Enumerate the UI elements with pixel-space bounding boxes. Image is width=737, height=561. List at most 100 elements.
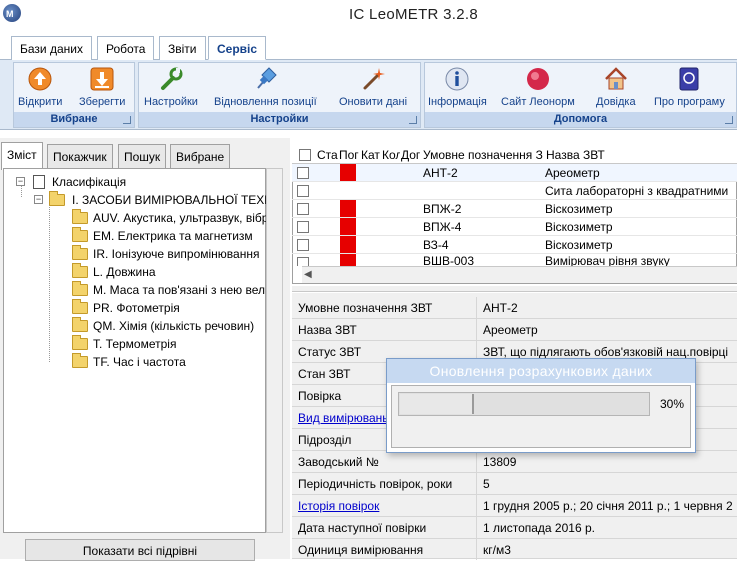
table-row[interactable]: ВПЖ-4 Віскозиметр [292,218,737,236]
tree-vertical-scrollbar[interactable] [266,168,283,533]
property-value[interactable]: 1 листопада 2016 р. [478,517,737,538]
property-value[interactable]: 13809 [478,451,737,472]
tree-root-label: Класифікація [52,175,127,189]
progress-bar [398,392,650,416]
progress-dialog: Оновлення розрахункових даних 30% [386,358,696,453]
panel-splitter[interactable] [292,286,737,292]
column-header-name[interactable]: Назва ЗВТ [546,148,736,162]
collapse-icon[interactable]: − [16,177,25,186]
wrench-icon [158,66,184,92]
table-row[interactable]: Сита лабораторні з квадратними [292,182,737,200]
tab-service[interactable]: Сервіс [208,36,267,60]
property-row[interactable]: Періодичність повірок, роки 5 [292,473,737,495]
property-row[interactable]: Історія повірок 1 грудня 2005 р.; 20 січ… [292,495,737,517]
tree-item-label: M. Маса та пов'язані з нею вел [93,283,265,297]
dialog-body: 30% [391,385,691,448]
scroll-left-icon[interactable]: ◀ [304,269,312,280]
group-launcher-icon[interactable] [725,116,733,124]
title-bar: M IC LeoMETR 3.2.8 [0,0,737,30]
help-button[interactable]: Довідка [596,66,636,108]
property-row[interactable]: Заводський № 13809 [292,451,737,473]
property-row[interactable]: Одиниця вимірювання кг/м3 [292,539,737,560]
table-row[interactable]: ВШВ-003 Вимірювач рівня звуку [292,254,737,266]
info-button[interactable]: Інформація [428,66,487,108]
folder-icon [72,263,88,278]
classification-tree[interactable]: − Класифікація − I. ЗАСОБИ ВИМІРЮВАЛЬНОЇ… [3,168,273,533]
row-checkbox[interactable] [297,221,309,233]
row-checkbox[interactable] [297,185,309,197]
tab-search[interactable]: Пошук [118,144,167,169]
tree-item-label: T. Термометрія [93,337,177,351]
group-launcher-icon[interactable] [123,116,131,124]
home-help-icon [603,66,629,92]
table-row[interactable]: ВПЖ-2 Віскозиметр [292,200,737,218]
column-header[interactable]: Ста [317,148,339,162]
folder-icon [72,281,88,296]
group-launcher-icon[interactable] [409,116,417,124]
property-value[interactable]: 5 [478,473,737,494]
open-up-icon [27,66,53,92]
tab-reports[interactable]: Звіти [159,36,206,60]
left-tab-bar: Зміст Покажчик Пошук Вибране [0,142,290,170]
tree-item-label: IR. Іонізуюче випромінювання [93,247,260,261]
tree-item-label: EM. Електрика та магнетизм [93,229,253,243]
property-key: Одиниця вимірювання [292,539,477,560]
settings-button[interactable]: Настройки [144,66,198,108]
row-checkbox[interactable] [297,167,309,179]
website-button[interactable]: Сайт Леонорм [501,66,575,108]
restore-position-button[interactable]: Відновлення позиції [214,66,317,108]
property-row[interactable]: Умовне позначення ЗВТ АНТ-2 [292,297,737,319]
column-header[interactable]: Кол [382,148,400,162]
website-label: Сайт Леонорм [501,96,575,108]
tree-item-label: AUV. Акустика, ультразвук, вібр [93,211,269,225]
website-icon [525,66,551,92]
verification-history-link[interactable]: Історія повірок [292,495,477,516]
property-key: Дата наступної повірки [292,517,477,538]
tab-contents[interactable]: Зміст [1,142,43,170]
row-checkbox[interactable] [297,239,309,251]
show-all-sublevels-button[interactable]: Показати всі підрівні [25,539,255,561]
tab-databases[interactable]: Бази даних [11,36,92,60]
table-row[interactable]: ВЗ-4 Віскозиметр [292,236,737,254]
property-value[interactable]: кг/м3 [478,539,737,560]
help-label: Довідка [596,96,636,108]
row-checkbox[interactable] [297,203,309,215]
column-header-code[interactable]: Умовне позначення З [423,148,546,162]
refresh-data-button[interactable]: Оновити дані [339,66,407,108]
tab-index[interactable]: Покажчик [47,144,113,169]
tree-item-label: L. Довжина [93,265,156,279]
ribbon-group-settings: Настройки Відновлення позиції Оновити да… [138,62,421,128]
column-header[interactable]: Кат [361,148,381,162]
column-header[interactable]: Пог [339,148,359,162]
table-row[interactable]: АНТ-2 Ареометр [292,164,737,182]
restore-position-label: Відновлення позиції [214,96,317,108]
row-name: Сита лабораторні з квадратними [545,184,729,198]
refresh-data-label: Оновити дані [339,96,408,108]
dialog-title: Оновлення розрахункових даних [387,359,695,383]
row-code: АНТ-2 [423,166,458,180]
collapse-icon[interactable]: − [34,195,43,204]
about-button[interactable]: Про програму [654,66,725,108]
row-checkbox[interactable] [297,257,309,266]
group-title-settings: Настройки [139,112,420,127]
folder-icon [72,245,88,260]
row-name: Віскозиметр [545,238,613,252]
magic-wand-icon [360,66,386,92]
property-value[interactable]: Ареометр [478,319,737,340]
property-key: Заводський № [292,451,477,472]
select-all-checkbox[interactable] [299,149,311,161]
column-header[interactable]: Дог [401,148,421,162]
tab-favorites[interactable]: Вибране [170,144,231,169]
property-value[interactable]: АНТ-2 [478,297,737,318]
save-button[interactable]: Зберегти [79,66,125,108]
property-row[interactable]: Дата наступної повірки 1 листопада 2016 … [292,517,737,539]
ribbon-group-favorites: Відкрити Зберегти Вибране [13,62,135,128]
property-value[interactable]: 1 грудня 2005 р.; 20 січня 2011 р.; 1 че… [478,495,737,516]
tab-work[interactable]: Робота [97,36,155,60]
row-code: ВПЖ-2 [423,202,462,216]
ribbon-group-help: Інформація Сайт Леонорм Довідка Про прог… [424,62,737,128]
property-row[interactable]: Назва ЗВТ Ареометр [292,319,737,341]
window-title: IC LeoMETR 3.2.8 [348,6,479,23]
grid-horizontal-scrollbar[interactable]: ◀ [302,266,737,283]
open-button[interactable]: Відкрити [18,66,62,108]
